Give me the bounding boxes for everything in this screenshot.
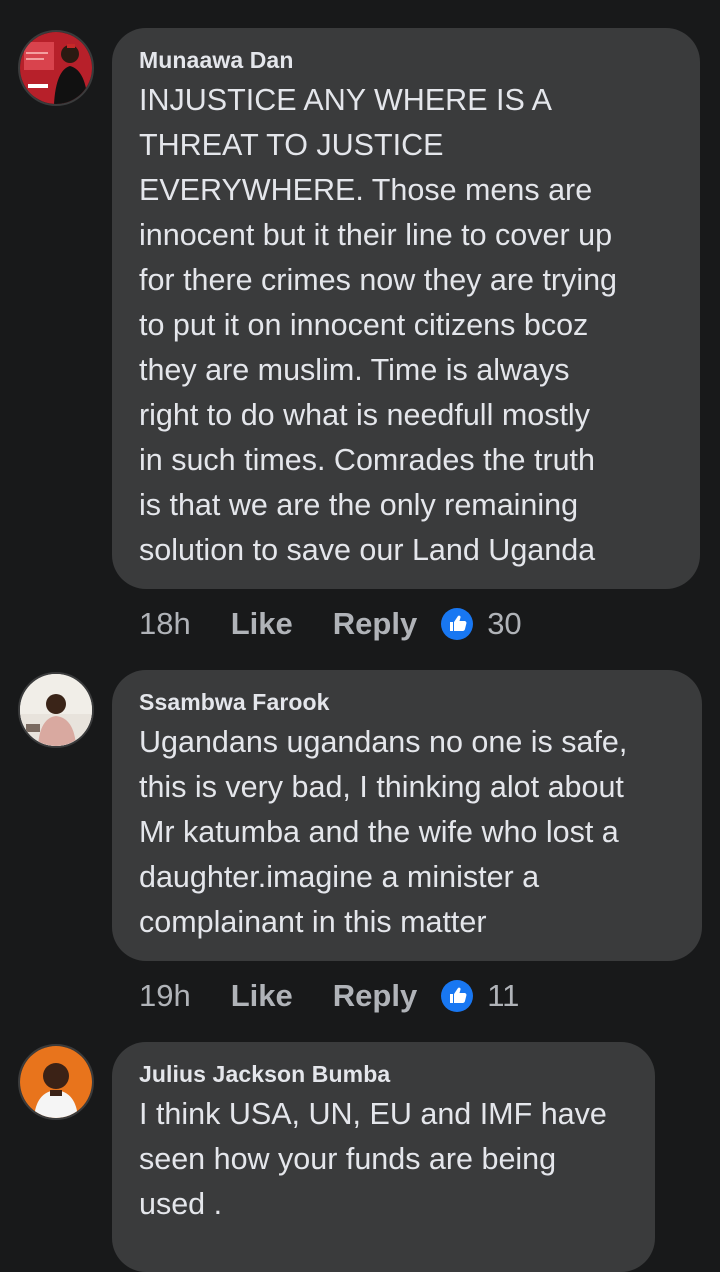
avatar[interactable] <box>18 672 94 748</box>
reply-button[interactable]: Reply <box>333 978 417 1014</box>
comment-bubble: Julius Jackson Bumba I think USA, UN, EU… <box>112 1042 655 1272</box>
comment-timestamp[interactable]: 19h <box>139 978 191 1014</box>
comment-bubble: Munaawa Dan INJUSTICE ANY WHERE IS A THR… <box>112 28 700 589</box>
like-button[interactable]: Like <box>231 606 293 642</box>
thumbs-up-icon[interactable] <box>441 980 474 1012</box>
avatar[interactable] <box>18 30 94 106</box>
comment-author[interactable]: Ssambwa Farook <box>139 688 676 716</box>
thumbs-up-icon[interactable] <box>441 608 474 640</box>
reaction-count[interactable]: 30 <box>487 606 521 642</box>
comment-actions: 19h Like Reply 11 <box>139 976 519 1016</box>
comment-text: INJUSTICE ANY WHERE IS A THREAT TO JUSTI… <box>139 83 618 567</box>
comment-text: I think USA, UN, EU and IMF have seen ho… <box>139 1097 607 1221</box>
comment-actions: 18h Like Reply 30 <box>139 604 522 644</box>
comment-bubble: Ssambwa Farook Ugandans ugandans no one … <box>112 670 702 961</box>
comment-timestamp[interactable]: 18h <box>139 606 191 642</box>
comment-author[interactable]: Munaawa Dan <box>139 46 674 74</box>
reaction-count[interactable]: 11 <box>487 978 519 1014</box>
like-button[interactable]: Like <box>231 978 293 1014</box>
comment-author[interactable]: Julius Jackson Bumba <box>139 1060 629 1088</box>
comment-text: Ugandans ugandans no one is safe, this i… <box>139 725 628 939</box>
avatar[interactable] <box>18 1044 94 1120</box>
reply-button[interactable]: Reply <box>333 606 417 642</box>
